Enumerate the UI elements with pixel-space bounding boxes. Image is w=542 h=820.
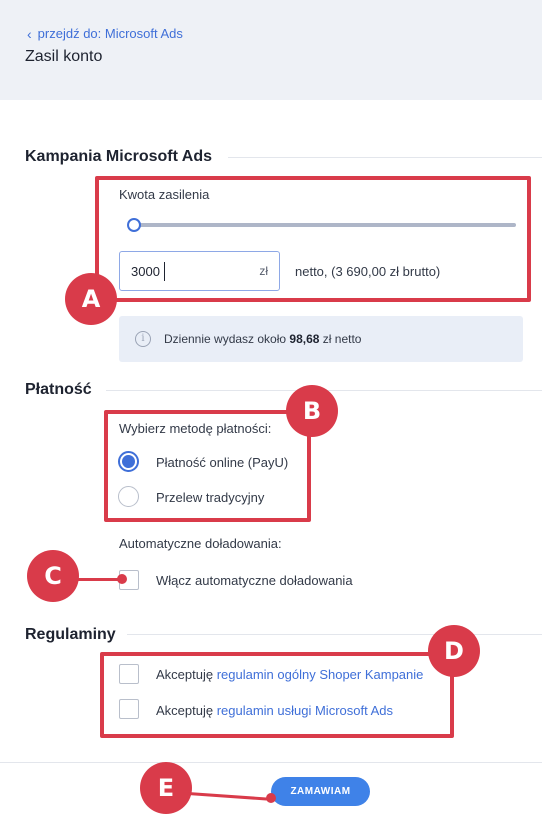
terms-section-title: Regulaminy bbox=[25, 626, 116, 643]
annotation-badge-e: E bbox=[140, 762, 192, 814]
campaign-section-title: Kampania Microsoft Ads bbox=[25, 148, 212, 165]
page-header: ‹ przejdź do: Microsoft Ads Zasil konto bbox=[0, 0, 542, 100]
annotation-connector-e bbox=[187, 792, 272, 801]
back-link-label: przejdź do: Microsoft Ads bbox=[37, 26, 183, 41]
daily-spend-info: i Dziennie wydasz około 98,68 zł netto bbox=[119, 316, 523, 362]
submit-order-button[interactable]: ZAMAWIAM bbox=[271, 777, 370, 806]
back-link[interactable]: ‹ przejdź do: Microsoft Ads bbox=[27, 26, 183, 41]
payment-section-title: Płatność bbox=[25, 381, 92, 398]
annotation-dot-e bbox=[266, 793, 276, 803]
annotation-connector-c bbox=[75, 578, 123, 581]
annotation-badge-a: A bbox=[65, 273, 117, 325]
info-icon: i bbox=[135, 331, 151, 347]
footer-divider bbox=[0, 762, 542, 763]
auto-topup-option-label[interactable]: Włącz automatyczne doładowania bbox=[156, 573, 353, 588]
annotation-box-d bbox=[100, 652, 454, 738]
section-divider bbox=[228, 157, 542, 158]
page-title: Zasil konto bbox=[25, 48, 103, 65]
annotation-badge-d: D bbox=[428, 625, 480, 677]
annotation-badge-c: C bbox=[27, 550, 79, 602]
annotation-badge-b: B bbox=[286, 385, 338, 437]
auto-topup-label: Automatyczne doładowania: bbox=[119, 536, 282, 551]
annotation-box-a bbox=[95, 176, 531, 302]
section-divider bbox=[127, 634, 542, 635]
annotation-box-b bbox=[104, 410, 311, 522]
daily-spend-amount: 98,68 bbox=[289, 332, 320, 346]
annotation-dot-c bbox=[117, 574, 127, 584]
daily-spend-text: Dziennie wydasz około 98,68 zł netto bbox=[164, 332, 362, 346]
chevron-left-icon: ‹ bbox=[27, 25, 32, 42]
